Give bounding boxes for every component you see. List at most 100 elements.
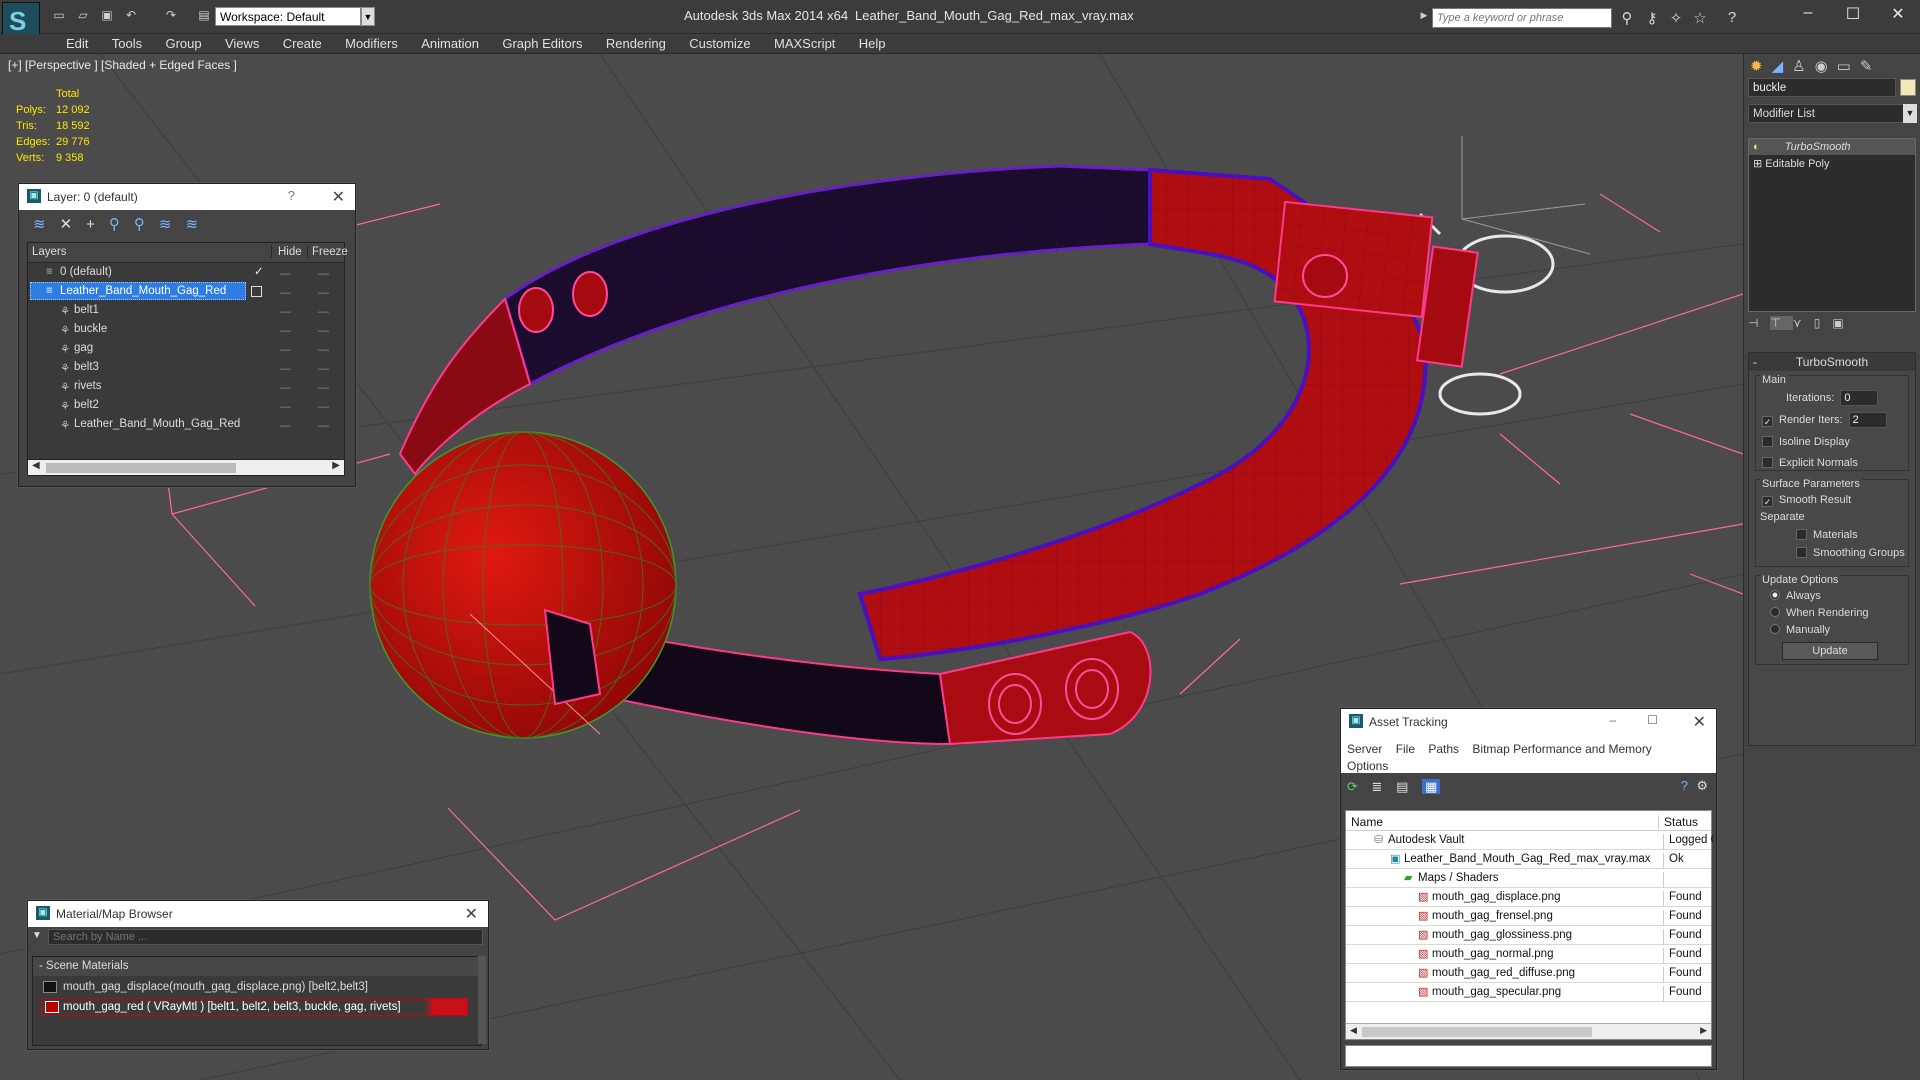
col-freeze[interactable]: Freeze bbox=[307, 246, 348, 258]
hide-toggles[interactable]: — — — — — — — — — bbox=[280, 265, 291, 436]
modifier-list-dropdown[interactable]: Modifier List bbox=[1748, 104, 1906, 123]
layer-help-icon[interactable]: ? bbox=[288, 188, 295, 203]
utilities-tab-icon[interactable]: ✎ bbox=[1860, 58, 1882, 75]
asset-row[interactable]: ▧ mouth_gag_displace.png Found bbox=[1346, 888, 1711, 907]
render-iters-checkbox[interactable]: ✓ bbox=[1762, 415, 1773, 427]
asset-row[interactable]: ▧ mouth_gag_red_diffuse.png Found bbox=[1346, 964, 1711, 983]
stack-item-turbosmooth[interactable]: ◐ TurboSmooth bbox=[1749, 139, 1915, 155]
subscription-icon[interactable]: ⚷ bbox=[1642, 9, 1662, 27]
layer-close-icon[interactable]: ✕ bbox=[332, 187, 345, 207]
object-name-input[interactable] bbox=[1748, 78, 1896, 97]
remove-modifier-icon[interactable]: ▯ bbox=[1814, 316, 1833, 330]
new-file-icon[interactable]: ▭ bbox=[50, 8, 68, 24]
material-search-input[interactable] bbox=[48, 929, 483, 945]
asset-menu-bitmap[interactable]: Bitmap Performance and Memory bbox=[1472, 742, 1651, 756]
configure-sets-icon[interactable]: ▣ bbox=[1832, 316, 1855, 330]
asset-menu-paths[interactable]: Paths bbox=[1428, 742, 1459, 756]
layer-object-row[interactable]: ⚘ belt1 bbox=[28, 301, 344, 320]
material-item[interactable]: mouth_gag_displace(mouth_gag_displace.pn… bbox=[33, 978, 481, 997]
expand-plus-icon[interactable]: ⊞ bbox=[1753, 158, 1762, 170]
modifier-list-arrow-icon[interactable]: ▼ bbox=[1903, 104, 1917, 123]
layer-object-row[interactable]: ⚘ gag bbox=[28, 339, 344, 358]
help-icon[interactable]: ? bbox=[1722, 9, 1742, 27]
manually-radio[interactable] bbox=[1770, 624, 1780, 634]
layer-object-row[interactable]: ⚘ belt3 bbox=[28, 358, 344, 377]
material-item-selected[interactable]: mouth_gag_red ( VRayMtl ) [belt1, belt2,… bbox=[33, 998, 481, 1017]
col-hide[interactable]: Hide bbox=[271, 246, 302, 258]
menu-create[interactable]: Create bbox=[273, 34, 332, 53]
freeze-toggles[interactable]: — — — — — — — — — bbox=[318, 265, 329, 436]
layer-object-row[interactable]: ⚘ rivets bbox=[28, 377, 344, 396]
open-file-icon[interactable]: ▱ bbox=[74, 8, 92, 24]
show-end-result-icon[interactable]: ⊤ bbox=[1770, 316, 1793, 330]
asset-help-icon[interactable]: ? bbox=[1681, 778, 1688, 793]
add-to-layer-icon[interactable]: + bbox=[86, 216, 109, 233]
scroll-right-icon[interactable]: ▶ bbox=[332, 460, 340, 471]
layer-object-row[interactable]: ⚘ Leather_Band_Mouth_Gag_Red bbox=[28, 415, 344, 434]
undo-icon[interactable]: ↶ bbox=[122, 8, 140, 24]
always-radio[interactable] bbox=[1770, 590, 1780, 600]
delete-layer-icon[interactable]: ✕ bbox=[60, 216, 87, 233]
layer-horizontal-scrollbar[interactable]: ◀ ▶ bbox=[28, 459, 344, 475]
redo-icon[interactable]: ↷ bbox=[162, 8, 180, 24]
stack-item-editable-poly[interactable]: ⊞ Editable Poly bbox=[1749, 155, 1915, 171]
menu-modifiers[interactable]: Modifiers bbox=[335, 34, 408, 53]
minimize-icon[interactable]: – bbox=[1788, 4, 1828, 26]
isoline-checkbox[interactable] bbox=[1762, 436, 1773, 447]
create-tab-icon[interactable]: ✹ bbox=[1750, 58, 1772, 75]
menu-animation[interactable]: Animation bbox=[411, 34, 489, 53]
maximize-icon[interactable]: ☐ bbox=[1833, 4, 1873, 26]
list-view-icon[interactable]: ≣ bbox=[1372, 779, 1383, 794]
asset-minimize-icon[interactable]: – bbox=[1609, 713, 1616, 727]
favorites-star-icon[interactable]: ☆ bbox=[1690, 9, 1710, 27]
asset-row[interactable]: ▰ Maps / Shaders bbox=[1346, 869, 1711, 888]
rollout-header[interactable]: - TurboSmooth bbox=[1749, 353, 1915, 371]
asset-menu-file[interactable]: File bbox=[1396, 742, 1415, 756]
select-in-layer-icon[interactable]: ⚲ bbox=[109, 216, 134, 233]
asset-row[interactable]: ▧ mouth_gag_specular.png Found bbox=[1346, 983, 1711, 1002]
asset-maximize-icon[interactable]: ☐ bbox=[1647, 713, 1658, 727]
menu-help[interactable]: Help bbox=[849, 34, 896, 53]
pin-stack-icon[interactable]: ⊣ bbox=[1748, 316, 1770, 330]
update-button[interactable]: Update bbox=[1782, 642, 1878, 660]
search-options-icon[interactable]: ▼ bbox=[32, 930, 42, 941]
col-status[interactable]: Status bbox=[1658, 815, 1698, 829]
iterations-spinner[interactable]: 0 bbox=[1840, 390, 1879, 406]
make-unique-icon[interactable]: ⋎ bbox=[1793, 316, 1814, 330]
object-color-swatch[interactable] bbox=[1900, 79, 1916, 96]
lightbulb-icon[interactable]: ◐ bbox=[1753, 141, 1760, 153]
menu-customize[interactable]: Customize bbox=[679, 34, 760, 53]
menu-group[interactable]: Group bbox=[155, 34, 211, 53]
smooth-result-checkbox[interactable]: ✓ bbox=[1762, 496, 1773, 507]
search-expand-icon[interactable]: ▶ bbox=[1415, 10, 1433, 26]
asset-row[interactable]: ▧ mouth_gag_frensel.png Found bbox=[1346, 907, 1711, 926]
freeze-all-icon[interactable]: ≋ bbox=[186, 216, 213, 233]
modify-tab-icon[interactable]: ◢ bbox=[1772, 58, 1793, 75]
current-layer-check-icon[interactable]: ✓ bbox=[254, 264, 264, 278]
asset-row[interactable]: ▧ mouth_gag_glossiness.png Found bbox=[1346, 926, 1711, 945]
workspace-select[interactable]: Workspace: Default bbox=[215, 7, 361, 26]
highlight-layer-icon[interactable]: ⚲ bbox=[134, 216, 159, 233]
menu-views[interactable]: Views bbox=[215, 34, 269, 53]
save-icon[interactable]: ▣ bbox=[98, 8, 116, 24]
new-layer-icon[interactable]: ≋ bbox=[33, 216, 60, 233]
asset-close-icon[interactable]: ✕ bbox=[1693, 712, 1706, 732]
materials-checkbox[interactable] bbox=[1796, 529, 1807, 540]
menu-tools[interactable]: Tools bbox=[102, 34, 152, 53]
asset-row[interactable]: ▣ Leather_Band_Mouth_Gag_Red_max_vray.max… bbox=[1346, 850, 1711, 869]
layer-row-default[interactable]: ≡ 0 (default) ✓ bbox=[28, 263, 344, 282]
layer-row-selected[interactable]: ≡ Leather_Band_Mouth_Gag_Red bbox=[28, 282, 344, 301]
communication-icon[interactable]: ✧ bbox=[1666, 9, 1686, 27]
explicit-normals-checkbox[interactable] bbox=[1762, 457, 1773, 468]
layer-object-row[interactable]: ⚘ buckle bbox=[28, 320, 344, 339]
scroll-left-icon[interactable]: ◀ bbox=[32, 460, 40, 471]
display-tab-icon[interactable]: ▭ bbox=[1837, 58, 1860, 75]
menu-edit[interactable]: Edit bbox=[56, 34, 98, 53]
keyword-search-input[interactable] bbox=[1432, 8, 1612, 28]
asset-menu-server[interactable]: Server bbox=[1347, 742, 1382, 756]
asset-horizontal-scrollbar[interactable]: ◀ ▶ bbox=[1346, 1023, 1711, 1039]
layer-object-row[interactable]: ⚘ belt2 bbox=[28, 396, 344, 415]
grid-view-icon[interactable]: ▦ bbox=[1421, 779, 1441, 794]
asset-row[interactable]: ⛁ Autodesk Vault Logged O bbox=[1346, 831, 1713, 850]
workspace-dropdown-icon[interactable]: ▼ bbox=[361, 7, 375, 26]
